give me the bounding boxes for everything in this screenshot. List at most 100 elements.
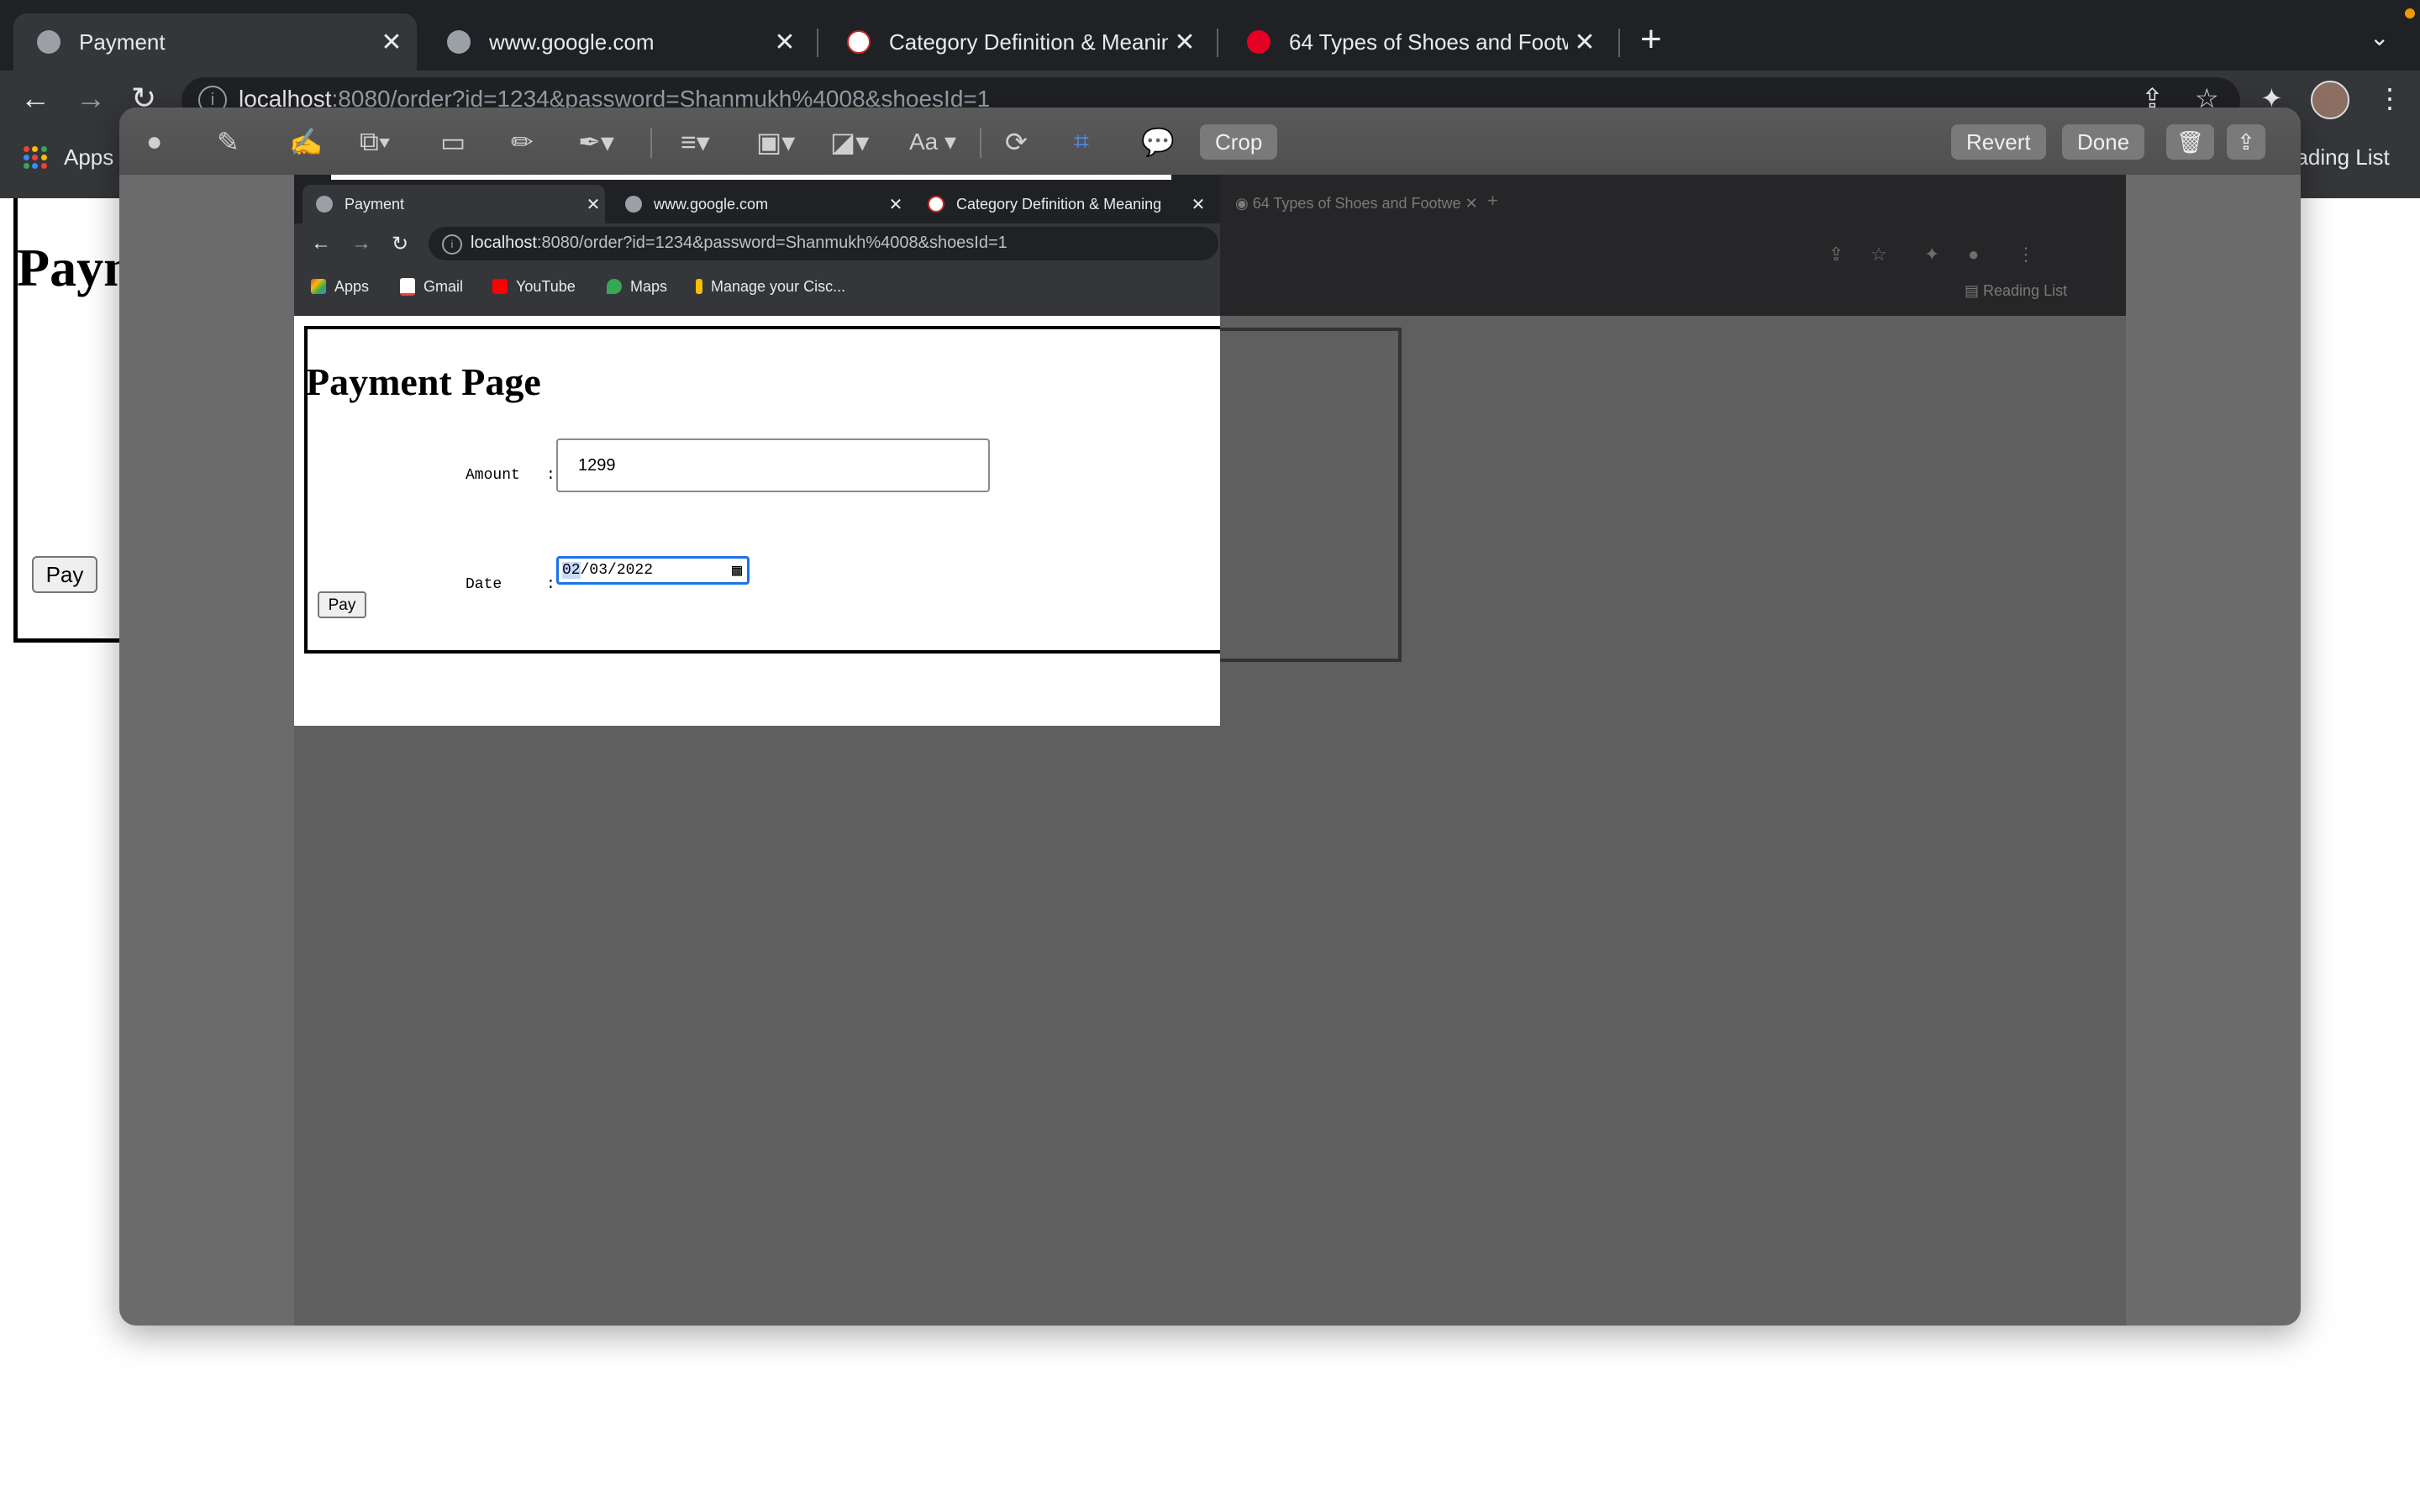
tab-title: Payment (345, 195, 405, 213)
close-icon: ✕ (586, 195, 601, 214)
revert-button[interactable]: Revert (1951, 124, 2046, 160)
text-style-label: Aa (909, 129, 939, 155)
forward-arrow-icon[interactable]: → (76, 81, 106, 116)
back-arrow-icon[interactable]: ← (20, 81, 50, 116)
date-colon: : (546, 576, 555, 593)
dimmed-avatar-icon: ● (1968, 244, 1980, 265)
tab-shoes[interactable]: 64 Types of Shoes and Footwe ✕ (1223, 13, 1610, 71)
reload-icon: ↻ (392, 233, 409, 255)
pinterest-icon (1247, 30, 1270, 54)
bookmark-gmail: Gmail (400, 274, 463, 299)
page-title: Payn (17, 238, 134, 297)
crop-button[interactable]: Crop (1200, 124, 1278, 160)
text-style-button[interactable]: Aa ▾ (909, 128, 956, 155)
bookmark-label: YouTube (516, 277, 576, 295)
crop-handle-top[interactable] (331, 175, 1171, 180)
dimmed-tab-shoes: ◉ 64 Types of Shoes and Footwe ✕ (1235, 195, 1478, 212)
crop-icon[interactable]: ⌗ (1074, 126, 1089, 158)
shapes-icon[interactable]: ⧉▾ (360, 126, 390, 158)
pay-button: Pay (318, 591, 366, 618)
pay-button[interactable]: Pay (32, 556, 97, 593)
tab-title: Category Definition & Meaning (956, 195, 1162, 213)
tab-divider (1618, 29, 1620, 57)
share-icon[interactable]: ⇪ (2227, 124, 2265, 160)
tab-google[interactable]: www.google.com ✕ (424, 13, 810, 71)
tab-title: Payment (79, 29, 166, 55)
fill-color-icon[interactable]: ◪▾ (830, 126, 869, 158)
gmail-icon (400, 277, 415, 296)
cisco-icon (696, 279, 702, 294)
border-color-icon[interactable]: ▣▾ (756, 126, 795, 158)
bookmark-label: Maps (630, 277, 668, 295)
snapshot-address-bar: i localhost:8080/order?id=1234&password=… (429, 227, 1218, 260)
draw-icon[interactable]: ✍ (289, 126, 323, 158)
record-icon[interactable]: ● (146, 126, 162, 157)
merriam-webster-icon (928, 196, 944, 213)
menu-kebab-icon[interactable]: ⋮ (2376, 82, 2403, 114)
amount-input: 1299 (556, 438, 990, 492)
close-icon[interactable]: ✕ (1168, 28, 1202, 57)
sketch-icon[interactable]: ✎ (217, 126, 239, 158)
globe-icon (625, 196, 642, 213)
dimmed-star-icon: ☆ (1870, 244, 1887, 265)
youtube-icon (492, 279, 508, 294)
globe-icon (316, 196, 333, 213)
dimmed-puzzle-icon: ✦ (1924, 244, 1940, 265)
globe-icon (447, 30, 471, 54)
site-info-icon: i (442, 234, 462, 255)
amount-label: Amount (466, 467, 520, 484)
close-icon[interactable]: ✕ (768, 28, 802, 57)
done-button[interactable]: Done (2062, 124, 2145, 160)
date-label: Date (466, 576, 502, 593)
markup-toolbar: ● ✎ ✍ ⧉▾ ▭ ✏ ✒▾ ≡▾ ▣▾ ◪▾ Aa ▾ ⟳ ⌗ 💬 Crop… (119, 108, 2301, 175)
date-rest: /03/2022 (580, 562, 654, 579)
dimmed-new-tab-icon: + (1487, 190, 1498, 211)
tab-divider (817, 29, 818, 57)
highlight-icon[interactable]: ✏ (511, 126, 534, 158)
maps-pin-icon (607, 279, 622, 294)
text-box-icon[interactable]: ▭ (440, 126, 466, 158)
snapshot-tab-google: www.google.com ✕ (612, 185, 908, 223)
markup-editor-window: ● ✎ ✍ ⧉▾ ▭ ✏ ✒▾ ≡▾ ▣▾ ◪▾ Aa ▾ ⟳ ⌗ 💬 Crop… (119, 108, 2301, 1326)
bookmark-label: Apps (64, 144, 114, 170)
tab-search-chevron-icon[interactable]: ⌄ (2370, 24, 2389, 51)
close-icon[interactable]: ✕ (1568, 28, 1602, 57)
new-tab-button[interactable]: + (1640, 18, 1662, 60)
close-icon: ✕ (1191, 195, 1206, 214)
rotate-icon[interactable]: ⟳ (1005, 126, 1028, 158)
tab-payment[interactable]: Payment ✕ (13, 13, 417, 71)
annotate-icon[interactable]: 💬 (1141, 126, 1175, 158)
edit-canvas[interactable]: ◉ 64 Types of Shoes and Footwe ✕ + ⇪ ☆ ✦… (294, 175, 2126, 1326)
crop-selection[interactable]: Payment ✕ www.google.com ✕ Category Defi… (294, 175, 1220, 726)
trash-icon[interactable]: 🗑 (2166, 124, 2215, 160)
profile-avatar[interactable] (2311, 81, 2349, 119)
line-style-icon[interactable]: ≡▾ (681, 126, 710, 158)
bookmark-maps: Maps (607, 274, 667, 299)
bookmark-label: Manage your Cisc... (711, 277, 846, 295)
signature-icon[interactable]: ✒▾ (578, 126, 614, 158)
toolbar-divider (980, 128, 981, 158)
dimmed-reading-list: ▤ Reading List (1965, 282, 2068, 299)
tab-title: 64 Types of Shoes and Footwe (1289, 29, 1568, 55)
close-icon: ✕ (888, 195, 903, 214)
bookmark-cisco: Manage your Cisc... (696, 274, 845, 299)
back-arrow-icon: ← (311, 232, 331, 255)
snapshot-tab-category: Category Definition & Meaning ✕ (914, 185, 1210, 223)
amount-colon: : (546, 467, 555, 484)
browser-tab-bar: Payment ✕ www.google.com ✕ Category Defi… (0, 0, 2420, 71)
apps-grid-icon (311, 279, 326, 294)
snapshot-tab-payment: Payment ✕ (302, 185, 605, 223)
url-text: localhost:8080/order?id=1234&password=Sh… (471, 234, 1007, 252)
toolbar-divider (650, 128, 652, 158)
page-title: Payment Page (306, 360, 541, 403)
tab-category-definition[interactable]: Category Definition & Meaning ✕ (823, 13, 1210, 71)
tab-title: www.google.com (489, 29, 655, 55)
bookmark-label: Gmail (424, 277, 464, 295)
close-icon[interactable]: ✕ (375, 28, 408, 57)
bookmark-youtube: YouTube (492, 274, 576, 299)
notification-dot (2405, 8, 2415, 18)
dimmed-share-icon: ⇪ (1828, 244, 1844, 265)
bookmark-apps[interactable]: Apps (24, 144, 113, 171)
calendar-icon: ▦ (731, 562, 742, 581)
dimmed-menu-icon: ⋮ (2017, 244, 2035, 265)
